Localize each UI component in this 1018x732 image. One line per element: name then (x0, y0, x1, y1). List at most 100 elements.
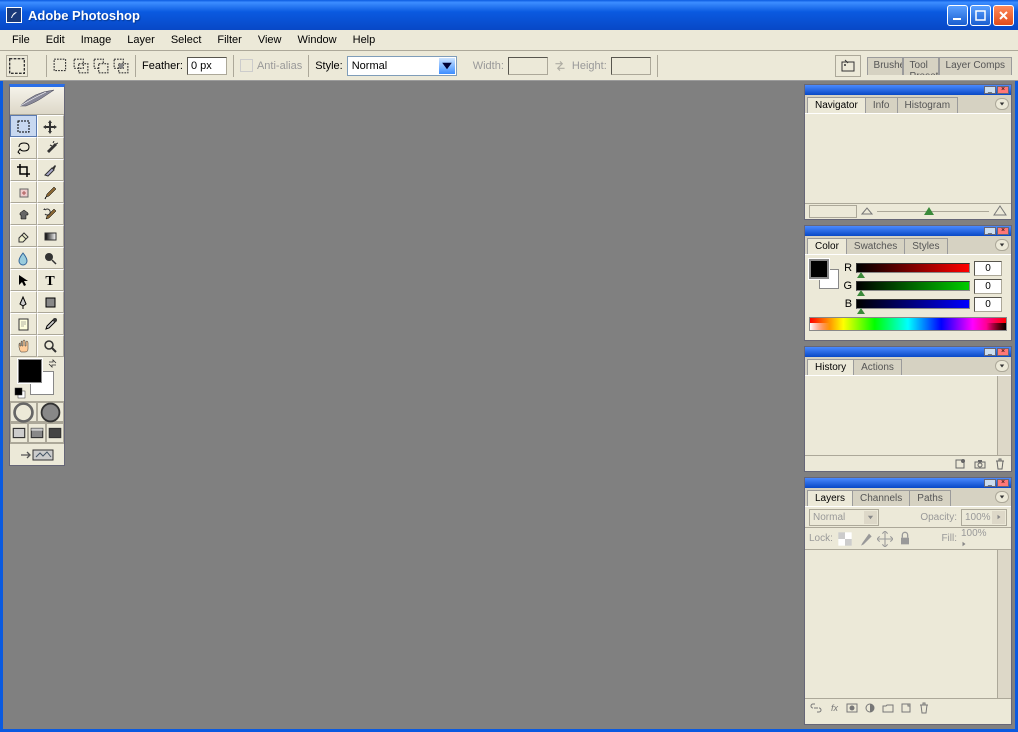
screen-standard-button[interactable] (10, 423, 28, 443)
layer-style-icon[interactable]: fx (825, 701, 843, 715)
panel-menu-icon[interactable] (995, 491, 1009, 503)
style-select[interactable]: Normal (347, 56, 457, 76)
well-tab-layer-comps[interactable]: Layer Comps (939, 57, 1012, 75)
panel-minimize-icon[interactable]: _ (984, 479, 996, 487)
crop-tool[interactable] (10, 159, 37, 181)
adjustment-layer-icon[interactable] (861, 701, 879, 715)
eyedropper-tool[interactable] (37, 313, 64, 335)
clone-stamp-tool[interactable] (10, 203, 37, 225)
menu-help[interactable]: Help (345, 31, 384, 49)
screen-menubar-button[interactable] (28, 423, 46, 443)
jump-to-imageready[interactable] (10, 443, 64, 465)
menu-select[interactable]: Select (163, 31, 210, 49)
zoom-slider[interactable] (877, 211, 989, 217)
panel-close-icon[interactable]: × (997, 479, 1009, 487)
menu-file[interactable]: File (4, 31, 38, 49)
trash-icon[interactable] (991, 457, 1009, 471)
link-icon[interactable] (807, 701, 825, 715)
history-brush-tool[interactable] (37, 203, 64, 225)
tab-swatches[interactable]: Swatches (846, 238, 905, 254)
well-tab-brushes[interactable]: Brushes (867, 57, 903, 75)
hand-tool[interactable] (10, 335, 37, 357)
g-value[interactable]: 0 (974, 279, 1002, 294)
new-group-icon[interactable] (879, 701, 897, 715)
panel-fg-swatch[interactable] (809, 259, 829, 279)
path-selection-tool[interactable] (10, 269, 37, 291)
tab-paths[interactable]: Paths (909, 490, 951, 506)
slice-tool[interactable] (37, 159, 64, 181)
intersect-selection-icon[interactable] (113, 58, 129, 74)
healing-brush-tool[interactable] (10, 181, 37, 203)
marquee-tool-preset[interactable] (6, 55, 28, 77)
tab-history[interactable]: History (807, 359, 854, 375)
b-value[interactable]: 0 (974, 297, 1002, 312)
panel-close-icon[interactable]: × (997, 227, 1009, 235)
menu-filter[interactable]: Filter (209, 31, 249, 49)
panel-minimize-icon[interactable]: _ (984, 86, 996, 94)
zoom-field[interactable] (809, 205, 857, 218)
panel-minimize-icon[interactable]: _ (984, 227, 996, 235)
panel-menu-icon[interactable] (995, 98, 1009, 110)
zoom-out-icon[interactable] (861, 205, 873, 218)
menu-edit[interactable]: Edit (38, 31, 73, 49)
b-slider[interactable] (856, 299, 970, 309)
marquee-tool[interactable] (10, 115, 37, 137)
tab-info[interactable]: Info (865, 97, 898, 113)
tab-navigator[interactable]: Navigator (807, 97, 866, 113)
dodge-tool[interactable] (37, 247, 64, 269)
subtract-selection-icon[interactable] (93, 58, 109, 74)
eraser-tool[interactable] (10, 225, 37, 247)
layer-mask-icon[interactable] (843, 701, 861, 715)
panel-titlebar[interactable]: _ × (805, 85, 1011, 95)
panel-close-icon[interactable]: × (997, 348, 1009, 356)
close-button[interactable] (993, 5, 1014, 26)
menu-view[interactable]: View (250, 31, 290, 49)
new-selection-icon[interactable] (53, 58, 69, 74)
standard-mode-button[interactable] (10, 402, 37, 422)
r-slider[interactable] (856, 263, 970, 273)
pen-tool[interactable] (10, 291, 37, 313)
menu-window[interactable]: Window (290, 31, 345, 49)
tab-channels[interactable]: Channels (852, 490, 910, 506)
panel-close-icon[interactable]: × (997, 86, 1009, 94)
maximize-button[interactable] (970, 5, 991, 26)
feather-input[interactable] (187, 57, 227, 75)
shape-tool[interactable] (37, 291, 64, 313)
magic-wand-tool[interactable] (37, 137, 64, 159)
add-selection-icon[interactable] (73, 58, 89, 74)
r-value[interactable]: 0 (974, 261, 1002, 276)
tab-histogram[interactable]: Histogram (897, 97, 959, 113)
blur-tool[interactable] (10, 247, 37, 269)
color-ramp[interactable] (809, 317, 1007, 331)
brush-tool[interactable] (37, 181, 64, 203)
panel-titlebar[interactable]: _ × (805, 347, 1011, 357)
foreground-color-swatch[interactable] (18, 359, 42, 383)
quickmask-mode-button[interactable] (37, 402, 64, 422)
screen-full-button[interactable] (46, 423, 64, 443)
zoom-in-icon[interactable] (993, 204, 1007, 219)
file-browser-button[interactable] (835, 55, 861, 77)
gradient-tool[interactable] (37, 225, 64, 247)
menu-layer[interactable]: Layer (119, 31, 163, 49)
new-document-from-state-icon[interactable] (951, 457, 969, 471)
panel-titlebar[interactable]: _ × (805, 478, 1011, 488)
panel-titlebar[interactable]: _ × (805, 226, 1011, 236)
new-layer-icon[interactable] (897, 701, 915, 715)
move-tool[interactable] (37, 115, 64, 137)
scrollbar[interactable] (997, 550, 1011, 698)
type-tool[interactable]: T (37, 269, 64, 291)
menu-image[interactable]: Image (73, 31, 120, 49)
swap-colors-icon[interactable] (48, 359, 58, 369)
minimize-button[interactable] (947, 5, 968, 26)
well-tab-tool-presets[interactable]: Tool Presets (903, 57, 939, 75)
lasso-tool[interactable] (10, 137, 37, 159)
g-slider[interactable] (856, 281, 970, 291)
scrollbar[interactable] (997, 376, 1011, 455)
panel-minimize-icon[interactable]: _ (984, 348, 996, 356)
new-snapshot-icon[interactable] (971, 457, 989, 471)
tab-actions[interactable]: Actions (853, 359, 902, 375)
trash-icon[interactable] (915, 701, 933, 715)
notes-tool[interactable] (10, 313, 37, 335)
zoom-tool[interactable] (37, 335, 64, 357)
default-colors-icon[interactable] (14, 387, 26, 399)
